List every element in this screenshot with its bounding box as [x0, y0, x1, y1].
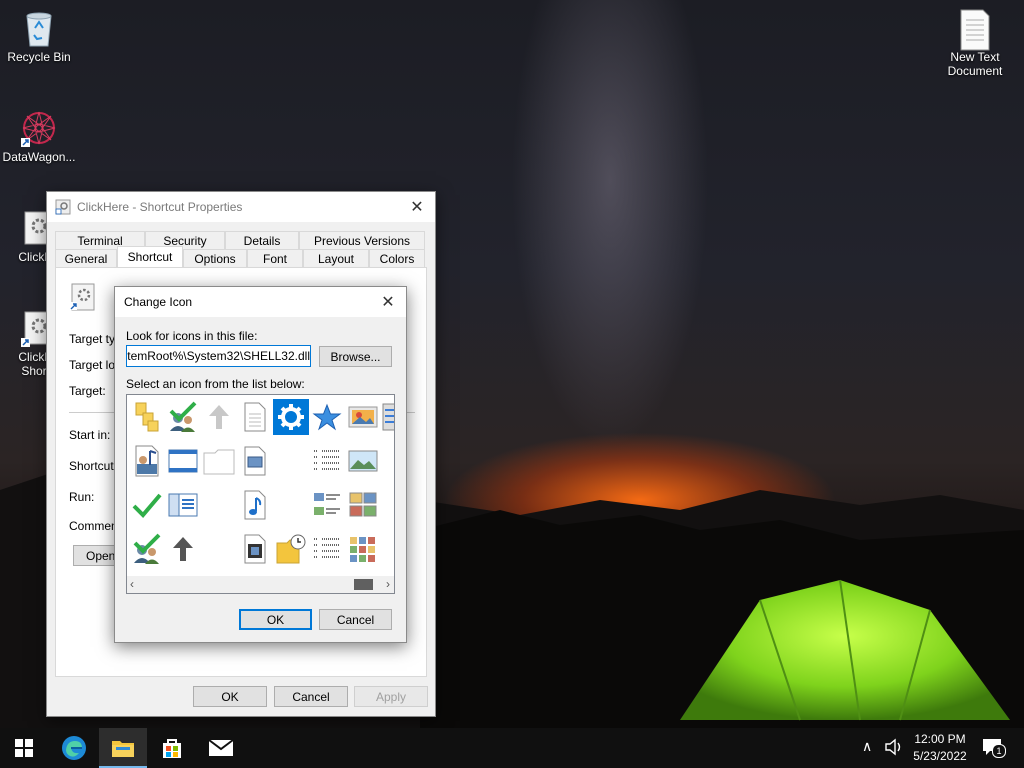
folders-icon[interactable]: [129, 399, 165, 435]
look-for-icons-label: Look for icons in this file:: [126, 329, 258, 343]
close-icon[interactable]: ✕: [399, 192, 435, 222]
edge-icon: [62, 736, 86, 760]
tab-details[interactable]: Details: [225, 231, 299, 249]
document-icon[interactable]: [237, 399, 273, 435]
volume-icon[interactable]: [884, 737, 904, 760]
icon-file-path-value: %SystemRoot%\System32\SHELL32.dll: [127, 349, 310, 363]
desktop-icon-label: DataWagon...: [2, 150, 76, 164]
properties-window-title: ClickHere - Shortcut Properties: [77, 200, 243, 214]
change-icon-titlebar: Change Icon ✕: [115, 287, 406, 317]
notification-count-badge: 1: [992, 744, 1006, 758]
browse-button[interactable]: Browse...: [319, 346, 392, 367]
properties-window-icon: [55, 199, 71, 215]
store-icon: [163, 739, 181, 758]
tab-previous-versions[interactable]: Previous Versions: [299, 231, 425, 249]
users-check-icon[interactable]: [165, 399, 201, 435]
folder-clock-icon[interactable]: [273, 531, 309, 567]
show-hidden-icons-chevron-icon[interactable]: ∧: [862, 738, 872, 755]
detail-view-icon[interactable]: [309, 487, 345, 523]
window-icon[interactable]: [165, 443, 201, 479]
close-icon[interactable]: ✕: [370, 287, 406, 317]
ok-button[interactable]: OK: [193, 686, 267, 707]
landscape-icon[interactable]: [345, 443, 381, 479]
tab-options[interactable]: Options: [183, 249, 247, 267]
clock[interactable]: 12:00 PM 5/23/2022: [905, 731, 975, 765]
star-icon[interactable]: [309, 399, 345, 435]
desktop-icon-label: New Text Document: [947, 50, 1003, 78]
list-view-icon[interactable]: [309, 531, 345, 567]
recycle-bin-icon: [19, 8, 59, 48]
tile-view-icon[interactable]: [345, 531, 381, 567]
apply-button: Apply: [354, 686, 428, 707]
blank-folder-icon[interactable]: [201, 443, 237, 479]
cancel-button[interactable]: Cancel: [274, 686, 348, 707]
tab-colors[interactable]: Colors: [369, 249, 425, 267]
up-arrow-icon[interactable]: [201, 399, 237, 435]
pictures-icon[interactable]: [345, 399, 381, 435]
select-icon-label: Select an icon from the list below:: [126, 377, 305, 391]
text-document-icon: [955, 8, 995, 51]
start-button[interactable]: [0, 728, 48, 768]
horizontal-scrollbar[interactable]: ‹ ›: [127, 576, 394, 593]
icon-list[interactable]: ‹ ›: [126, 394, 395, 594]
image-doc-icon[interactable]: [237, 443, 273, 479]
scroll-left-icon[interactable]: ‹: [130, 577, 134, 591]
tab-layout[interactable]: Layout: [303, 249, 369, 267]
store-taskbar-button[interactable]: [148, 728, 196, 768]
mail-taskbar-button[interactable]: [197, 728, 245, 768]
ok-button[interactable]: OK: [239, 609, 312, 630]
up-arrow-dark-icon[interactable]: [165, 531, 201, 567]
thumbnail-view-icon[interactable]: [345, 487, 381, 523]
list-view-icon[interactable]: [309, 443, 345, 479]
checkmark-icon[interactable]: [129, 487, 165, 523]
target-label: Target:: [69, 384, 106, 398]
change-icon-dialog: Change Icon ✕ Look for icons in this fil…: [114, 286, 407, 643]
properties-titlebar: ClickHere - Shortcut Properties ✕: [47, 192, 435, 222]
file-explorer-taskbar-button[interactable]: [99, 728, 147, 768]
run-label: Run:: [69, 490, 95, 504]
shortcut-file-icon: [68, 282, 98, 315]
new-text-document-desktop-icon[interactable]: New Text Document: [936, 8, 1014, 78]
recycle-bin-desktop-icon[interactable]: Recycle Bin: [0, 8, 78, 64]
scrollbar-thumb[interactable]: [354, 579, 373, 590]
scroll-right-icon[interactable]: ›: [386, 577, 390, 591]
gear-icon[interactable]: [273, 399, 309, 435]
icon-file-path-input[interactable]: %SystemRoot%\System32\SHELL32.dll: [126, 345, 311, 367]
start-icon: [15, 739, 33, 757]
edge-taskbar-button[interactable]: [50, 728, 98, 768]
media-doc-icon[interactable]: [129, 443, 165, 479]
clock-time: 12:00 PM: [914, 732, 966, 746]
tab-font[interactable]: Font: [247, 249, 303, 267]
datawagon-logo-icon: [19, 108, 59, 148]
taskbar: ∧ 12:00 PM 5/23/2022 1: [0, 728, 1024, 768]
users-check-icon[interactable]: [129, 531, 165, 567]
change-icon-title: Change Icon: [124, 295, 193, 309]
music-doc-icon[interactable]: [237, 487, 273, 523]
notification-center-button[interactable]: 1: [982, 738, 1006, 760]
datawagon-desktop-icon[interactable]: DataWagon...: [0, 108, 78, 164]
partial-icon[interactable]: [381, 399, 394, 435]
cancel-button[interactable]: Cancel: [319, 609, 392, 630]
file-explorer-icon: [112, 741, 134, 757]
mail-icon: [208, 739, 234, 756]
tab-general[interactable]: General: [55, 249, 117, 267]
sidebar-window-icon[interactable]: [165, 487, 201, 523]
desktop-icon-label: Recycle Bin: [7, 50, 71, 64]
tab-shortcut[interactable]: Shortcut: [117, 246, 183, 267]
clock-date: 5/23/2022: [913, 749, 967, 763]
film-doc-icon[interactable]: [237, 531, 273, 567]
start-in-label: Start in:: [69, 428, 111, 442]
